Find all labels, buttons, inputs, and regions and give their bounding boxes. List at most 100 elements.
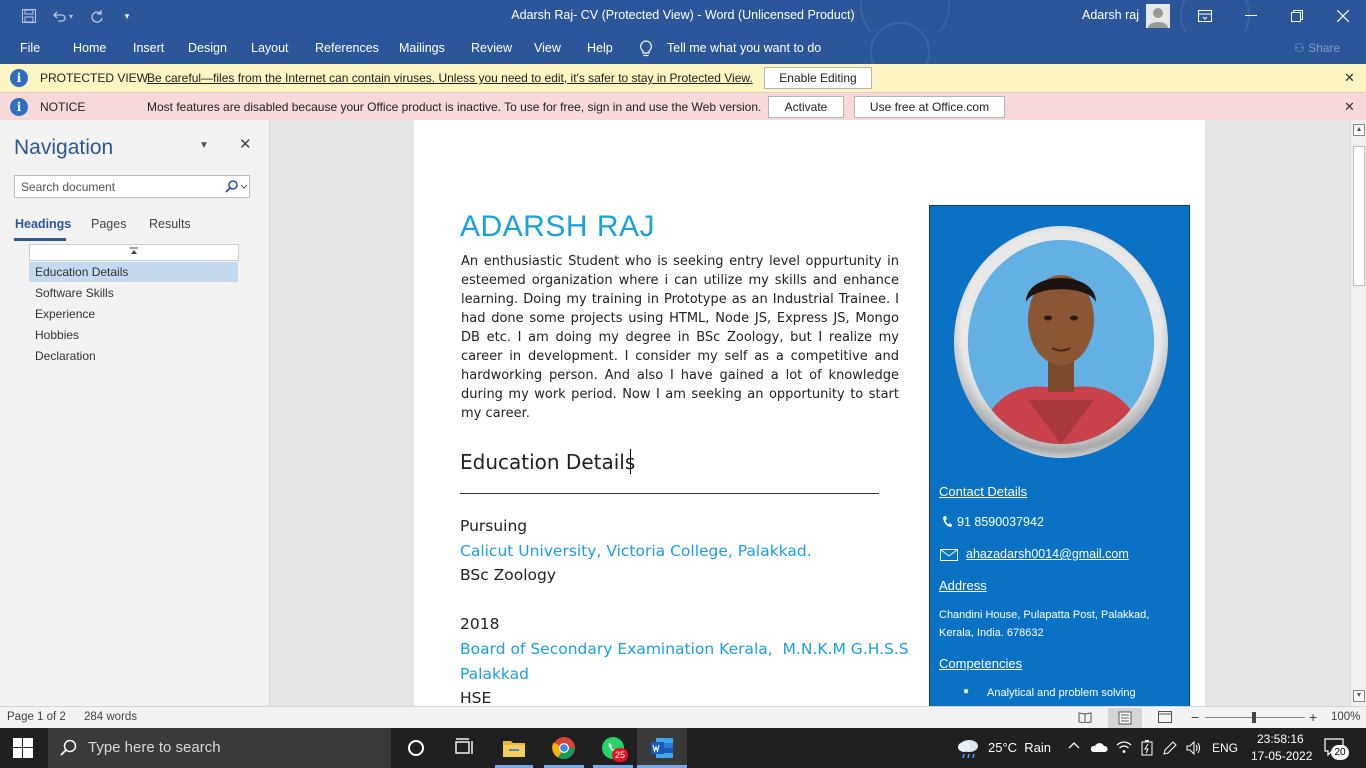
zoom-level[interactable]: 100%: [1331, 711, 1360, 723]
tab-view[interactable]: View: [534, 41, 561, 55]
close-button[interactable]: [1320, 0, 1366, 32]
word-count[interactable]: 284 words: [84, 711, 137, 723]
search-icon[interactable]: [223, 179, 249, 195]
tab-results[interactable]: Results: [149, 217, 191, 231]
collapse-all-button[interactable]: [29, 244, 239, 261]
heading-item-experience[interactable]: Experience: [29, 304, 238, 324]
share-label: Share: [1308, 41, 1341, 55]
search-input[interactable]: Search document: [14, 175, 250, 198]
info-icon: i: [10, 69, 28, 87]
profile-photo: [954, 226, 1168, 458]
heading-item-education-details[interactable]: Education Details: [29, 262, 238, 282]
page-count[interactable]: Page 1 of 2: [7, 711, 66, 723]
activate-button[interactable]: Activate: [768, 96, 844, 118]
active-tab-indicator: [14, 238, 66, 241]
tab-layout[interactable]: Layout: [251, 41, 289, 55]
use-free-button[interactable]: Use free at Office.com: [854, 96, 1005, 118]
restore-button[interactable]: [1274, 0, 1320, 32]
heading-item-software-skills[interactable]: Software Skills: [29, 283, 238, 303]
close-icon[interactable]: ✕: [1344, 70, 1355, 86]
zoom-slider-thumb[interactable]: [1252, 712, 1256, 723]
tab-help[interactable]: Help: [587, 41, 613, 55]
vertical-scrollbar[interactable]: ▲ ▼: [1350, 120, 1366, 706]
wifi-icon[interactable]: [1116, 740, 1132, 757]
scroll-up-arrow-icon[interactable]: ▲: [1353, 124, 1365, 136]
enable-editing-button[interactable]: Enable Editing: [764, 67, 872, 89]
show-hidden-icons-icon[interactable]: [1068, 738, 1080, 754]
chrome-icon[interactable]: [552, 736, 576, 760]
avatar[interactable]: [1146, 4, 1170, 28]
notice-bar: i NOTICE Most features are disabled beca…: [0, 92, 1366, 120]
language-indicator[interactable]: ENG: [1212, 741, 1238, 755]
person-icon: ⚇: [1294, 41, 1305, 55]
info-icon: i: [10, 98, 28, 116]
print-layout-icon[interactable]: [1108, 708, 1142, 728]
zoom-in-button[interactable]: +: [1309, 709, 1317, 725]
file-explorer-icon[interactable]: [502, 736, 526, 760]
tab-mailings[interactable]: Mailings: [399, 41, 445, 55]
tab-references[interactable]: References: [315, 41, 379, 55]
share-button[interactable]: ⚇ Share: [1294, 41, 1340, 55]
weather-rain-icon[interactable]: [956, 736, 980, 760]
email-link[interactable]: ahazadarsh0014@gmail.com: [966, 547, 1129, 561]
taskbar-search-input[interactable]: Type here to search: [48, 728, 391, 768]
taskbar-search-placeholder: Type here to search: [88, 739, 221, 756]
resume-summary: An enthusiastic Student who is seeking e…: [461, 254, 899, 421]
education-heading: Education Details: [460, 450, 636, 474]
navigation-pane: Navigation ▼ ✕ Search document Headings …: [0, 120, 270, 706]
close-icon[interactable]: ✕: [1344, 99, 1355, 115]
word-icon: [650, 736, 674, 763]
tab-home[interactable]: Home: [73, 41, 106, 55]
heading-item-hobbies[interactable]: Hobbies: [29, 325, 238, 345]
web-layout-icon[interactable]: [1158, 711, 1172, 726]
pen-icon[interactable]: [1162, 740, 1178, 759]
heading-item-declaration[interactable]: Declaration: [29, 346, 238, 366]
ribbon: File Home Insert Design Layout Reference…: [0, 22, 1366, 82]
edu1-year: Pursuing: [460, 517, 528, 535]
tab-insert[interactable]: Insert: [133, 41, 164, 55]
address-line1: Chandini House, Pulapatta Post, Palakkad…: [939, 609, 1150, 621]
clock-time[interactable]: 23:58:16: [1257, 732, 1304, 746]
tab-headings[interactable]: Headings: [15, 217, 71, 231]
resume-sidebar: Contact Details 91 8590037942 ahazadarsh…: [929, 205, 1190, 706]
edu2-institution-line1: Board of Secondary Examination Kerala, M…: [460, 640, 909, 658]
minimize-button[interactable]: [1228, 0, 1274, 32]
resume-name: ADARSH RAJ: [460, 210, 656, 243]
volume-icon[interactable]: [1186, 740, 1202, 759]
scroll-thumb[interactable]: [1353, 146, 1365, 286]
windows-start-icon[interactable]: [13, 738, 37, 762]
tab-review[interactable]: Review: [471, 41, 512, 55]
edu2-course: HSE: [460, 689, 492, 706]
user-name[interactable]: Adarsh raj: [1082, 8, 1139, 22]
text-cursor: [630, 449, 631, 474]
protected-view-message[interactable]: Be careful—files from the Internet can c…: [147, 71, 753, 85]
tell-me-search[interactable]: Tell me what you want to do: [667, 41, 821, 55]
onedrive-icon[interactable]: [1090, 741, 1108, 756]
cortana-icon[interactable]: [404, 736, 428, 760]
close-icon[interactable]: ✕: [239, 135, 252, 153]
battery-icon[interactable]: [1140, 740, 1154, 759]
chevron-down-icon[interactable]: ▼: [199, 140, 209, 151]
lightbulb-icon[interactable]: [639, 40, 653, 60]
tab-file[interactable]: File: [20, 41, 40, 55]
tab-pages[interactable]: Pages: [91, 217, 126, 231]
scroll-down-arrow-icon[interactable]: ▼: [1353, 690, 1365, 702]
search-placeholder: Search document: [21, 180, 116, 194]
task-view-icon[interactable]: [452, 736, 476, 760]
email-icon: [940, 549, 958, 564]
weather-text[interactable]: 25°C Rain: [988, 740, 1051, 755]
ribbon-display-options-icon[interactable]: [1182, 0, 1228, 32]
word-taskbar-button[interactable]: [637, 728, 687, 768]
zoom-out-button[interactable]: −: [1191, 709, 1199, 725]
clock-date[interactable]: 17-05-2022: [1251, 749, 1312, 763]
tab-design[interactable]: Design: [188, 41, 227, 55]
protected-view-label: PROTECTED VIEW: [40, 71, 149, 85]
notice-message: Most features are disabled because your …: [147, 100, 762, 114]
title-bar: ▾ ▾ Adarsh Raj- CV (Protected View) - Wo…: [0, 0, 1366, 32]
document-page[interactable]: ADARSH RAJ An enthusiastic Student who i…: [414, 120, 1205, 706]
whatsapp-badge: 25: [612, 748, 628, 762]
address-heading: Address: [939, 578, 987, 593]
section-divider: [460, 493, 879, 494]
edu1-course: BSc Zoology: [460, 566, 557, 584]
read-mode-icon[interactable]: [1078, 711, 1092, 726]
